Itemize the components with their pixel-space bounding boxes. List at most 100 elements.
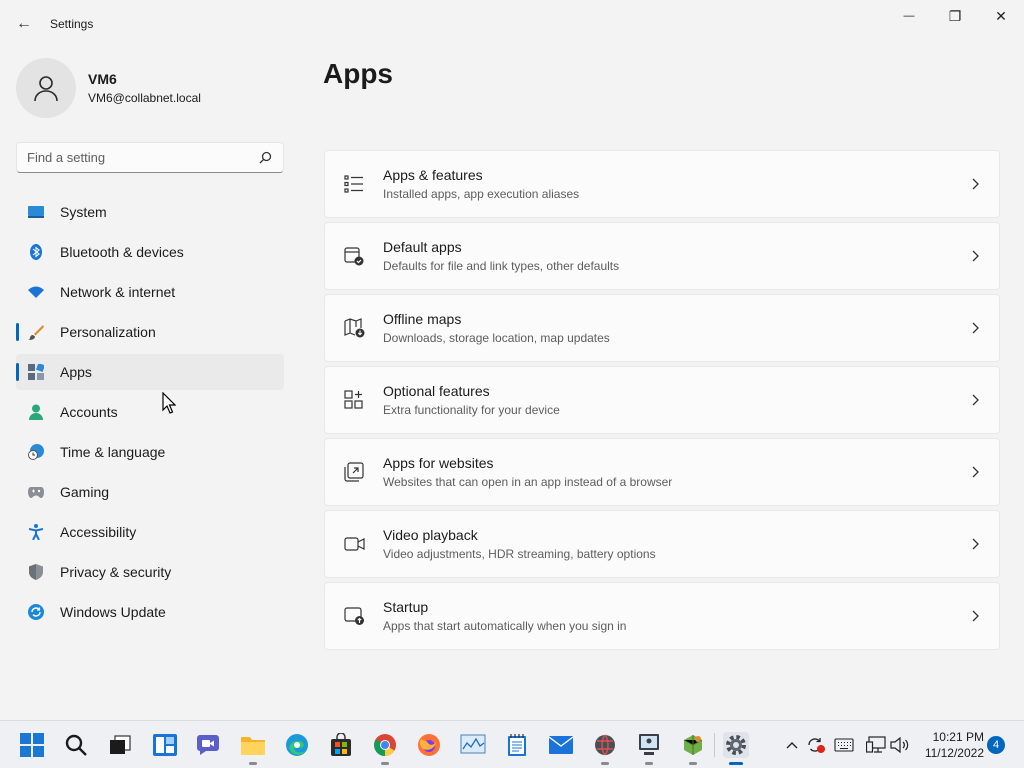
notification-badge[interactable]: 4: [987, 736, 1005, 754]
profile-name: VM6: [88, 71, 117, 87]
apps-icon: [28, 364, 44, 380]
card-title: Apps for websites: [383, 455, 494, 471]
start-button[interactable]: [19, 732, 45, 758]
sidebar-item-accounts[interactable]: Accounts: [16, 394, 284, 430]
keyboard-icon: [834, 738, 854, 752]
close-icon: ✕: [995, 7, 1007, 24]
chrome-button[interactable]: [372, 732, 398, 765]
restore-icon: ❐: [948, 7, 962, 24]
card-title: Offline maps: [383, 311, 462, 327]
chevron-up-icon: [786, 742, 798, 749]
minimize-button[interactable]: —: [886, 0, 932, 32]
card-title: Startup: [383, 599, 429, 615]
search-icon[interactable]: [257, 150, 273, 166]
card-subtitle: Apps that start automatically when you s…: [383, 619, 627, 633]
minimize-icon: —: [903, 10, 915, 22]
edge-browser-button[interactable]: [284, 732, 310, 758]
taskbar-clock[interactable]: 10:21 PM 11/12/2022: [918, 729, 984, 761]
file-explorer-button[interactable]: [240, 732, 266, 765]
sidebar-item-gaming[interactable]: Gaming: [16, 474, 284, 510]
firefox-button[interactable]: [416, 732, 442, 758]
widgets-button[interactable]: [152, 732, 178, 758]
microsoft-store-button[interactable]: [328, 732, 354, 758]
sidebar-item-apps[interactable]: Apps: [16, 354, 284, 390]
clock-time: 10:21 PM: [932, 730, 984, 744]
app-button-tools[interactable]: [680, 732, 706, 765]
card-apps-features[interactable]: Apps & features Installed apps, app exec…: [324, 150, 1000, 218]
task-view-icon: [110, 735, 131, 754]
search-box[interactable]: [16, 142, 284, 173]
speaker-icon: [890, 737, 909, 753]
notepad-button[interactable]: [504, 732, 530, 758]
windows-logo-icon: [20, 733, 44, 757]
video-icon: [343, 533, 365, 555]
update-icon: [28, 604, 44, 620]
card-offline-maps[interactable]: Offline maps Downloads, storage location…: [324, 294, 1000, 362]
network-tray-button[interactable]: [866, 733, 886, 757]
app-button-security[interactable]: [592, 732, 618, 765]
taskbar: 10:21 PM 11/12/2022 4: [0, 720, 1024, 768]
remote-desktop-icon: [639, 734, 659, 755]
sidebar-item-personalization[interactable]: Personalization: [16, 314, 284, 350]
sidebar-item-accessibility[interactable]: Accessibility: [16, 514, 284, 550]
sidebar-item-label: Network & internet: [60, 284, 176, 300]
notepad-icon: [508, 734, 526, 756]
mail-button[interactable]: [548, 732, 574, 758]
firefox-icon: [418, 734, 440, 756]
page-title: Apps: [323, 58, 393, 89]
mouse-cursor-icon: [162, 392, 176, 414]
card-subtitle: Installed apps, app execution aliases: [383, 187, 580, 201]
chrome-icon: [374, 734, 396, 756]
card-title: Video playback: [383, 527, 478, 543]
taskbar-search-button[interactable]: [63, 732, 89, 758]
card-default-apps[interactable]: Default apps Defaults for file and link …: [324, 222, 1000, 290]
search-input[interactable]: [27, 150, 257, 165]
chevron-right-icon: [969, 320, 981, 336]
card-subtitle: Extra functionality for your device: [383, 403, 560, 417]
startup-icon: [343, 605, 365, 627]
settings-taskbar-button[interactable]: [723, 732, 749, 765]
card-startup[interactable]: Startup Apps that start automatically wh…: [324, 582, 1000, 650]
person-icon: [34, 76, 58, 102]
sidebar-item-bluetooth[interactable]: Bluetooth & devices: [16, 234, 284, 270]
input-indicator-button[interactable]: [834, 733, 854, 757]
mail-icon: [548, 736, 574, 754]
chevron-right-icon: [969, 248, 981, 264]
maximize-button[interactable]: ❐: [932, 0, 978, 32]
sidebar-item-windows-update[interactable]: Windows Update: [16, 594, 284, 630]
sidebar-item-privacy-security[interactable]: Privacy & security: [16, 554, 284, 590]
grid-plus-icon: [343, 389, 365, 411]
folder-icon: [241, 737, 265, 755]
chevron-right-icon: [969, 464, 981, 480]
user-profile[interactable]: VM6 VM6@collabnet.local: [16, 58, 201, 118]
close-button[interactable]: ✕: [978, 0, 1024, 32]
sidebar-item-time-language[interactable]: Time & language: [16, 434, 284, 470]
volume-tray-button[interactable]: [890, 733, 910, 757]
teams-chat-button[interactable]: [195, 732, 221, 758]
person-icon: [28, 404, 44, 420]
chevron-right-icon: [969, 608, 981, 624]
chevron-right-icon: [969, 392, 981, 408]
sidebar-item-network[interactable]: Network & internet: [16, 274, 284, 310]
show-hidden-icons-button[interactable]: [782, 733, 802, 757]
sidebar-item-label: Privacy & security: [60, 564, 172, 580]
chevron-right-icon: [969, 536, 981, 552]
sidebar-item-system[interactable]: System: [16, 194, 284, 230]
back-button[interactable]: ←: [8, 10, 40, 38]
perfmon-button[interactable]: [460, 732, 486, 758]
card-apps-for-websites[interactable]: Apps for websites Websites that can open…: [324, 438, 1000, 506]
app-button-remote[interactable]: [636, 732, 662, 765]
edge-icon: [286, 734, 308, 756]
sync-alert-icon: [808, 738, 825, 753]
network-monitor-icon: [866, 736, 886, 753]
app-title: Settings: [50, 17, 94, 31]
card-video-playback[interactable]: Video playback Video adjustments, HDR st…: [324, 510, 1000, 578]
open-in-app-icon: [343, 461, 365, 483]
bluetooth-icon: [28, 244, 44, 260]
sidebar-item-label: Windows Update: [60, 604, 166, 620]
tray-sync-icon-button[interactable]: [806, 733, 826, 757]
tools-icon: [683, 735, 703, 755]
card-optional-features[interactable]: Optional features Extra functionality fo…: [324, 366, 1000, 434]
task-view-button[interactable]: [107, 732, 133, 758]
shield-globe-icon: [595, 734, 615, 756]
